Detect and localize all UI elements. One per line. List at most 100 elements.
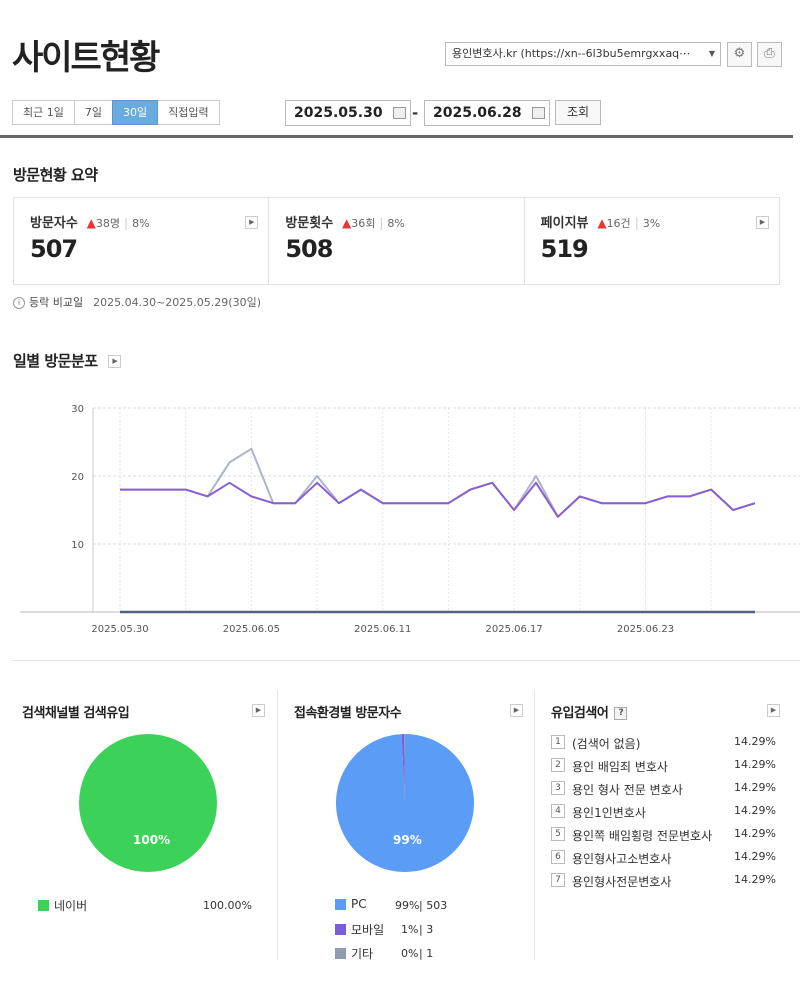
- keyword-pct: 14.29%: [734, 735, 776, 748]
- stat-visitors: 방문자수 ▲38명 | 8% 507 ▶: [14, 198, 270, 284]
- more-arrow-icon[interactable]: ▶: [755, 216, 769, 229]
- channel-legend-naver: 네이버: [38, 897, 87, 914]
- keyword-text: 용인1인변호사: [572, 806, 646, 820]
- page-title: 사이트현황: [12, 38, 160, 78]
- keyword-text: 용인형사전문변호사: [572, 875, 672, 889]
- more-arrow-icon[interactable]: ▶: [252, 704, 265, 717]
- keyword-pct: 14.29%: [734, 781, 776, 794]
- stat-change: 38명: [95, 217, 121, 230]
- series-line-2: [120, 481, 756, 518]
- period-30day[interactable]: 30일: [111, 100, 159, 125]
- keyword-rank: 7: [551, 872, 565, 887]
- stat-pageviews: 페이지뷰 ▲16건 | 3% 519 ▶: [525, 198, 779, 284]
- keyword-rank: 4: [551, 803, 565, 818]
- channel-pie-chart: [79, 734, 217, 872]
- start-date-value: 2025.05.30: [294, 105, 383, 121]
- keyword-rank: 3: [551, 780, 565, 795]
- calendar-icon[interactable]: [393, 107, 406, 119]
- legend-name: 모바일: [351, 923, 385, 937]
- x-tick-label: 2025.05.30: [91, 624, 148, 635]
- keyword-rank: 5: [551, 826, 565, 841]
- stat-label: 페이지뷰: [540, 216, 589, 231]
- keyword-row[interactable]: 2 용인 배임죄 변호사 14.29%: [551, 757, 776, 775]
- up-arrow-icon: ▲: [597, 216, 607, 230]
- legend-pct: 1%: [401, 923, 419, 936]
- compare-period: i 등락 비교일 2025.04.30~2025.05.29(30일): [13, 294, 261, 310]
- keywords-heading-wrap: 유입검색어 ?: [551, 702, 628, 721]
- compare-range: 2025.04.30~2025.05.29(30일): [93, 296, 261, 309]
- env-legend-other: 기타: [335, 945, 373, 962]
- site-select[interactable]: 용인변호사.kr (https://xn--6l3bu5emrgxxaq⋯ ▼: [445, 42, 721, 66]
- stat-value: 508: [285, 235, 333, 263]
- keyword-row[interactable]: 7 용인형사전문변호사 14.29%: [551, 872, 776, 890]
- keyword-pct: 14.29%: [734, 827, 776, 840]
- keyword-row[interactable]: 4 용인1인변호사 14.29%: [551, 803, 776, 821]
- legend-pct: 100.00%: [203, 899, 252, 912]
- legend-swatch: [38, 900, 49, 911]
- env-pie-chart: [336, 734, 474, 872]
- legend-name: 기타: [351, 947, 374, 961]
- period-7day[interactable]: 7일: [73, 100, 113, 125]
- y-tick-label: 20: [71, 472, 84, 483]
- legend-name: PC: [351, 897, 367, 911]
- stat-pct: 8%: [387, 217, 405, 230]
- channel-pie-label: 100%: [133, 833, 171, 847]
- more-arrow-icon[interactable]: ▶: [245, 216, 259, 229]
- x-tick-label: 2025.06.23: [617, 624, 674, 635]
- legend-pct: 0%: [401, 947, 419, 960]
- end-date-value: 2025.06.28: [433, 105, 522, 121]
- help-icon[interactable]: ?: [614, 707, 628, 720]
- period-custom[interactable]: 직접입력: [157, 100, 220, 125]
- print-button[interactable]: ⎙: [757, 42, 782, 67]
- keyword-row[interactable]: 3 용인 형사 전문 변호사 14.29%: [551, 780, 776, 798]
- period-1day[interactable]: 최근 1일: [12, 100, 75, 125]
- daily-heading: 일별 방문분포 ▶: [13, 350, 122, 371]
- legend-name: 네이버: [54, 899, 88, 913]
- legend-count: | 1: [419, 947, 434, 960]
- legend-swatch: [335, 924, 346, 935]
- settings-button[interactable]: ⚙: [727, 42, 752, 67]
- env-legend-mobile: 모바일: [335, 921, 384, 938]
- start-date-field[interactable]: 2025.05.30: [285, 100, 411, 126]
- x-tick-label: 2025.06.05: [223, 624, 280, 635]
- printer-icon: ⎙: [764, 46, 775, 61]
- stat-change: 36회: [351, 217, 376, 230]
- info-icon: i: [13, 297, 25, 309]
- daily-visits-chart: 10 20 30 2025.05.30 2025.06.05 2025.06.11 2025…: [20, 404, 800, 635]
- more-arrow-icon[interactable]: ▶: [767, 704, 780, 717]
- legend-count: | 3: [419, 923, 434, 936]
- x-tick-label: 2025.06.17: [486, 624, 543, 635]
- keyword-text: 용인형사고소변호사: [572, 852, 672, 866]
- calendar-icon[interactable]: [532, 107, 545, 119]
- more-arrow-icon[interactable]: ▶: [108, 355, 122, 368]
- legend-count-value: 1: [426, 947, 434, 960]
- keyword-rank: 1: [551, 734, 565, 749]
- keyword-row[interactable]: 6 용인형사고소변호사 14.29%: [551, 849, 776, 867]
- env-pie-label: 99%: [393, 833, 422, 847]
- keyword-rank: 6: [551, 849, 565, 864]
- stat-value: 519: [540, 235, 589, 263]
- up-arrow-icon: ▲: [342, 216, 352, 230]
- keyword-text: 용인쪽 배임횡령 전문변호사: [572, 829, 713, 843]
- keyword-text: (검색어 없음): [572, 737, 641, 751]
- keyword-row[interactable]: 1 (검색어 없음) 14.29%: [551, 734, 776, 752]
- summary-panel: 방문자수 ▲38명 | 8% 507 ▶ 방문횟수 ▲36회 | 8% 508 페이지뷰…: [13, 197, 780, 285]
- more-arrow-icon[interactable]: ▶: [510, 704, 523, 717]
- divider: [12, 660, 800, 661]
- legend-count-value: 503: [426, 899, 448, 912]
- divider: [277, 690, 278, 960]
- search-button[interactable]: 조회: [555, 100, 601, 125]
- end-date-field[interactable]: 2025.06.28: [424, 100, 550, 126]
- keyword-row[interactable]: 5 용인쪽 배임횡령 전문변호사 14.29%: [551, 826, 776, 844]
- daily-heading-text: 일별 방문분포: [13, 352, 98, 370]
- compare-label: 등락 비교일: [29, 296, 84, 309]
- series-line-1: [120, 447, 756, 518]
- channel-heading: 검색채널별 검색유입: [22, 706, 130, 721]
- keyword-text: 용인 형사 전문 변호사: [572, 783, 683, 797]
- period-tabs: 최근 1일 7일 30일 직접입력: [12, 100, 220, 125]
- summary-heading: 방문현황 요약: [13, 166, 98, 184]
- gear-icon: ⚙: [733, 46, 746, 61]
- legend-swatch: [335, 948, 346, 959]
- keyword-pct: 14.29%: [734, 850, 776, 863]
- stat-value: 507: [30, 235, 78, 263]
